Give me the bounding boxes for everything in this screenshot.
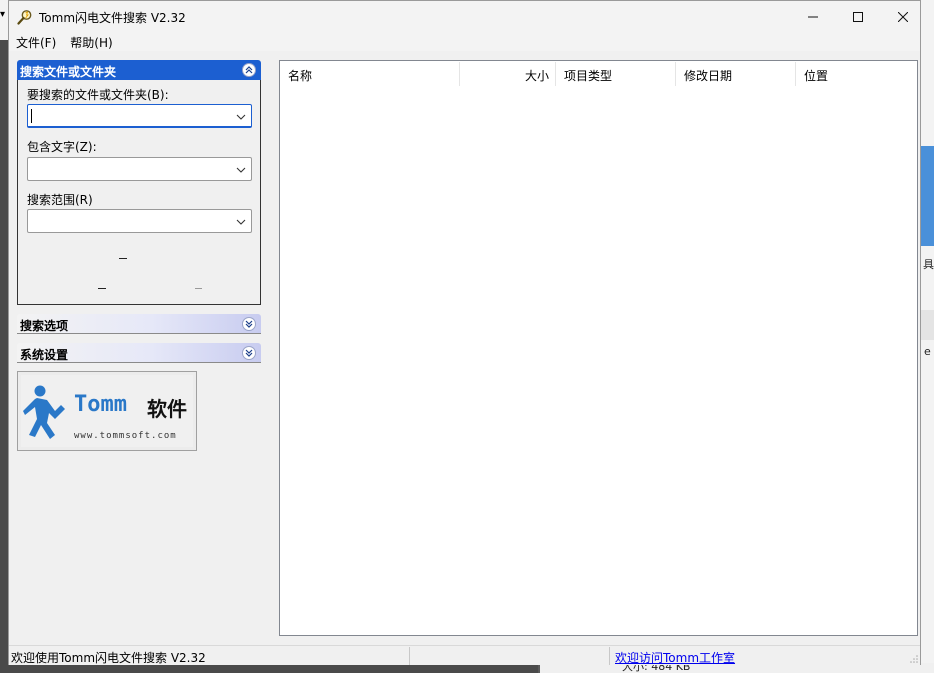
search-options-header[interactable]: 搜索选项 [17, 314, 261, 334]
logo-url: www.tommsoft.com [74, 431, 177, 441]
column-header-modified[interactable]: 修改日期 [684, 61, 794, 87]
background-blue-block [921, 146, 934, 246]
close-button[interactable] [880, 1, 926, 32]
filename-label: 要搜索的文件或文件夹(B): [27, 88, 169, 102]
tomm-logo[interactable]: Tomm 软件 www.tommsoft.com [17, 371, 197, 451]
search-group-header[interactable]: 搜索文件或文件夹 [17, 60, 261, 80]
collapsed-button[interactable] [195, 288, 202, 289]
collapsed-button[interactable] [98, 288, 106, 289]
window-title: Tomm闪电文件搜索 V2.32 [39, 11, 186, 25]
system-settings-title: 系统设置 [20, 348, 69, 362]
search-options-title: 搜索选项 [20, 319, 69, 333]
search-app-icon [17, 10, 32, 25]
chevron-down-icon[interactable] [236, 165, 246, 175]
status-divider [409, 647, 410, 665]
close-icon [898, 11, 908, 22]
status-message: 欢迎使用Tomm闪电文件搜索 V2.32 [11, 651, 206, 665]
search-group-title: 搜索文件或文件夹 [20, 65, 117, 79]
left-task-panel: 搜索文件或文件夹 要搜索的文件或文件夹(B): 包含文字(Z): 搜索范围(R) [17, 60, 261, 363]
expand-chevron-icon[interactable] [242, 317, 256, 331]
running-man-icon [23, 385, 65, 439]
column-header-location[interactable]: 位置 [804, 61, 914, 87]
column-header-size[interactable]: 大小 [460, 61, 549, 87]
minimize-button[interactable] [790, 1, 836, 32]
menu-file[interactable]: 文件(F) [9, 32, 63, 51]
chevron-down-icon[interactable] [236, 112, 246, 122]
collapse-chevron-icon[interactable] [242, 63, 256, 77]
text-cursor [31, 109, 32, 123]
menu-bar: 文件(F) 帮助(H) [9, 32, 920, 51]
search-group-body: 要搜索的文件或文件夹(B): 包含文字(Z): 搜索范围(R) [17, 80, 261, 305]
status-divider [609, 647, 610, 665]
column-separator[interactable] [795, 62, 796, 86]
column-header-type[interactable]: 项目类型 [564, 61, 674, 87]
logo-brand-cn: 软件 [147, 397, 187, 421]
app-window: Tomm闪电文件搜索 V2.32 文件(F) 帮助(H) 搜索文件或文件夹 要搜… [8, 0, 921, 665]
expand-chevron-icon[interactable] [242, 346, 256, 360]
status-bar: 欢迎使用Tomm闪电文件搜索 V2.32 欢迎访问Tomm工作室 [9, 645, 920, 665]
maximize-icon [853, 11, 863, 22]
search-scope-combobox[interactable] [27, 209, 252, 233]
collapsed-control [119, 258, 127, 259]
column-header-name[interactable]: 名称 [288, 61, 458, 87]
title-bar[interactable]: Tomm闪电文件搜索 V2.32 [9, 1, 920, 32]
resize-grip-icon[interactable] [910, 655, 918, 663]
system-settings-header[interactable]: 系统设置 [17, 343, 261, 363]
maximize-button[interactable] [835, 1, 881, 32]
background-text: 具 [923, 258, 934, 271]
background-window-right: 具 e [921, 0, 934, 673]
results-listview[interactable]: 名称 大小 项目类型 修改日期 位置 [279, 60, 918, 636]
chevron-down-icon[interactable] [236, 217, 246, 227]
background-text: e [924, 345, 931, 358]
search-scope-label: 搜索范围(R) [27, 193, 93, 207]
column-separator[interactable] [675, 62, 676, 86]
visit-studio-link[interactable]: 欢迎访问Tomm工作室 [615, 649, 735, 666]
background-window-edge: ▾ [0, 0, 8, 40]
filename-combobox[interactable] [27, 104, 252, 128]
menu-help[interactable]: 帮助(H) [63, 32, 119, 51]
logo-image: Tomm 软件 www.tommsoft.com [21, 375, 193, 447]
column-separator[interactable] [555, 62, 556, 86]
background-gray-block [921, 310, 934, 340]
contains-text-combobox[interactable] [27, 157, 252, 181]
logo-brand: Tomm [74, 392, 127, 417]
minimize-icon [808, 16, 818, 17]
contains-text-label: 包含文字(Z): [27, 140, 97, 154]
